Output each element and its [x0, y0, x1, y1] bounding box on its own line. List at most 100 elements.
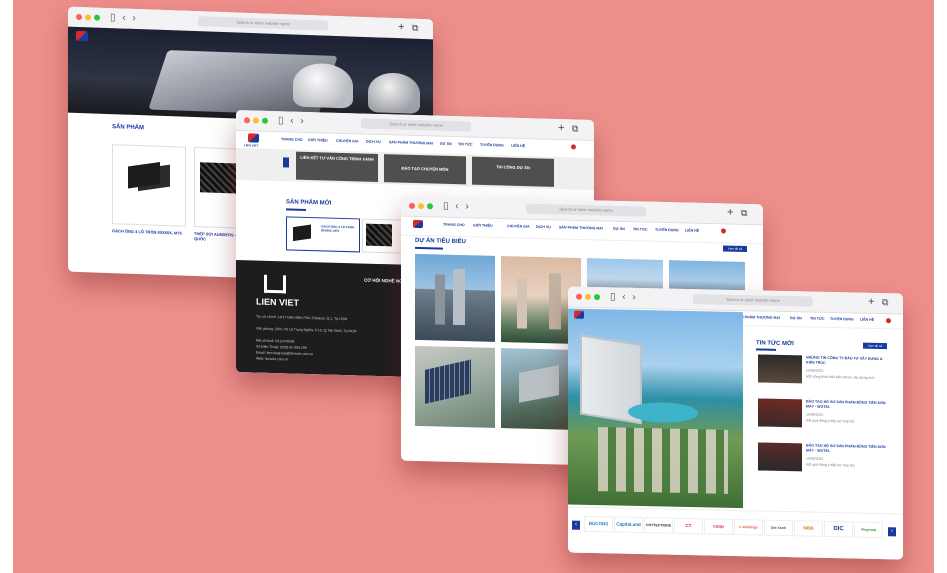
news-excerpt: Một công trình tiêu biểu được xây dựng m…: [806, 374, 875, 380]
tab-controls-icon[interactable]: ▯ ‹ ›: [110, 12, 138, 24]
product-title[interactable]: GẠCH ỐNG 4 LỖ TRÒN 80X80X, M75: [112, 228, 187, 236]
product-card[interactable]: GẠCH ỐNG 4 LỖ TRÒN 80X80X, M75: [286, 216, 360, 253]
nav-news[interactable]: TIN TỨC: [458, 142, 473, 146]
language-flag-icon[interactable]: [571, 144, 576, 150]
banner-prev-button[interactable]: [283, 157, 289, 168]
maximize-window-button[interactable]: [427, 203, 433, 210]
banner-item[interactable]: ĐÀO TẠO CHUYÊN MÔN: [384, 154, 466, 185]
copy-tab-button[interactable]: ⧉: [412, 23, 418, 34]
site-logo[interactable]: [574, 310, 584, 319]
partner-logo[interactable]: MBB: [794, 520, 823, 537]
nav-home[interactable]: TRANG CHỦ: [281, 137, 303, 142]
minimize-window-button[interactable]: [85, 14, 91, 21]
product-card[interactable]: [112, 144, 186, 227]
nav-recruitment[interactable]: TUYỂN DỤNG: [480, 143, 504, 148]
section-underline: [756, 348, 776, 351]
address-bar[interactable]: Search or enter website name: [198, 16, 328, 31]
site-logo[interactable]: [76, 30, 88, 42]
building-shape: [519, 365, 559, 403]
add-tab-button[interactable]: +: [868, 296, 874, 308]
partner-logo[interactable]: COTTECTIONS: [644, 517, 673, 534]
footer-web[interactable]: Web: lienviet.com.vn: [256, 357, 288, 363]
nav-products[interactable]: SẢN PHẨM THƯƠNG MẠI: [559, 225, 603, 230]
close-window-button[interactable]: [244, 117, 250, 124]
news-thumbnail[interactable]: [758, 442, 802, 472]
close-window-button[interactable]: [576, 293, 582, 300]
banner-item[interactable]: LIÊN KẾT TƯ VẤN CÔNG TRÌNH XANH: [296, 151, 378, 182]
nav-services[interactable]: DỊCH VỤ: [366, 140, 381, 144]
product-image: [128, 162, 160, 189]
nav-contact[interactable]: LIÊN HỆ: [685, 229, 699, 233]
nav-contact[interactable]: LIÊN HỆ: [511, 144, 525, 148]
address-bar[interactable]: Search or enter website name: [693, 294, 813, 307]
view-all-button[interactable]: Xem tất cả: [723, 245, 747, 253]
nav-contact[interactable]: LIÊN HỆ: [860, 318, 874, 322]
partner-logo[interactable]: coop: [704, 518, 733, 535]
news-title[interactable]: NHỮNG TIN CÔNG TY ĐẦU TƯ XÂY DỰNG & KIẾN…: [806, 355, 888, 366]
add-tab-button[interactable]: +: [398, 21, 404, 33]
add-tab-button[interactable]: +: [727, 207, 733, 219]
project-thumbnail[interactable]: [415, 345, 495, 428]
villas-grid: [598, 427, 728, 494]
nav-projects[interactable]: DỰ ÁN: [613, 227, 625, 231]
nav-about[interactable]: GIỚI THIỆU: [473, 223, 493, 227]
section-title: TIN TỨC MỚI: [756, 340, 794, 348]
partner-logo[interactable]: Vingroup: [854, 521, 883, 539]
view-all-button[interactable]: Xem tất cả: [863, 342, 887, 350]
news-title[interactable]: ĐÀO TẠO HỒ SƠ SẢN PHẨM ĐỒNG TIẾN SƠN MÁY…: [806, 443, 888, 454]
partner-logo[interactable]: BUCONS: [584, 515, 613, 533]
site-logo[interactable]: [248, 133, 259, 143]
maximize-window-button[interactable]: [594, 294, 600, 301]
close-window-button[interactable]: [409, 202, 415, 209]
partner-logo[interactable]: CapitaLand: [614, 516, 643, 534]
minimize-window-button[interactable]: [418, 202, 424, 210]
tab-controls-icon[interactable]: ▯ ‹ ›: [443, 201, 471, 213]
close-window-button[interactable]: [76, 13, 82, 21]
nav-projects[interactable]: DỰ ÁN: [440, 142, 452, 146]
nav-news[interactable]: TIN TỨC: [633, 227, 648, 231]
nav-news[interactable]: TIN TỨC: [810, 317, 825, 321]
minimize-window-button[interactable]: [585, 293, 591, 300]
tower-shape: [517, 278, 527, 329]
news-thumbnail[interactable]: [758, 354, 802, 384]
nav-projects[interactable]: DỰ ÁN: [790, 316, 802, 320]
tab-controls-icon[interactable]: ▯ ‹ ›: [278, 115, 306, 127]
address-bar[interactable]: Search or enter website name: [526, 203, 646, 217]
project-thumbnail[interactable]: [415, 253, 495, 342]
nav-specialties[interactable]: CHUYÊN GIA: [336, 139, 359, 144]
section-underline: [286, 208, 306, 211]
banner-item[interactable]: THI CÔNG DỰ ÁN: [472, 156, 554, 187]
news-thumbnail[interactable]: [758, 398, 802, 428]
nav-recruitment[interactable]: TUYỂN DỤNG: [655, 228, 679, 233]
partner-logo[interactable]: C-Holdings: [734, 518, 763, 536]
language-flag-icon[interactable]: [721, 228, 726, 234]
partners-prev-button[interactable]: ‹: [572, 520, 580, 530]
copy-tab-button[interactable]: ⧉: [572, 123, 578, 134]
nav-specialties[interactable]: CHUYÊN GIA: [507, 224, 530, 229]
maximize-window-button[interactable]: [94, 14, 100, 21]
tower-shape: [549, 273, 561, 330]
add-tab-button[interactable]: +: [558, 122, 564, 134]
copy-tab-button[interactable]: ⧉: [882, 297, 888, 308]
partner-logo[interactable]: DIC: [824, 520, 853, 538]
footer-logo-icon: [264, 274, 286, 294]
nav-recruitment[interactable]: TUYỂN DỤNG: [830, 317, 854, 321]
nav-home[interactable]: TRANG CHỦ: [443, 223, 465, 228]
maximize-window-button[interactable]: [262, 117, 268, 124]
product-card[interactable]: [362, 218, 404, 254]
minimize-window-button[interactable]: [253, 117, 259, 124]
partner-logo[interactable]: Dat Xanh: [764, 519, 793, 537]
site-logo-text: LIEN VIET: [244, 143, 259, 148]
news-title[interactable]: ĐÀO TẠO HỒ SƠ SẢN PHẨM ĐỒNG TIẾN SƠN MÁY…: [806, 399, 888, 410]
language-flag-icon[interactable]: [886, 318, 891, 324]
nav-about[interactable]: GIỚI THIỆU: [308, 138, 328, 143]
tab-controls-icon[interactable]: ▯ ‹ ›: [610, 291, 638, 303]
featured-project-image[interactable]: [568, 308, 743, 509]
site-logo[interactable]: [413, 219, 423, 229]
nav-services[interactable]: DỊCH VỤ: [536, 225, 551, 229]
partners-next-button[interactable]: ›: [888, 527, 896, 537]
address-bar[interactable]: Search or enter website name: [361, 118, 471, 132]
partner-logo[interactable]: CT: [674, 517, 703, 535]
nav-products[interactable]: SẢN PHẨM THƯƠNG MẠI: [389, 140, 433, 145]
copy-tab-button[interactable]: ⧉: [741, 208, 747, 219]
